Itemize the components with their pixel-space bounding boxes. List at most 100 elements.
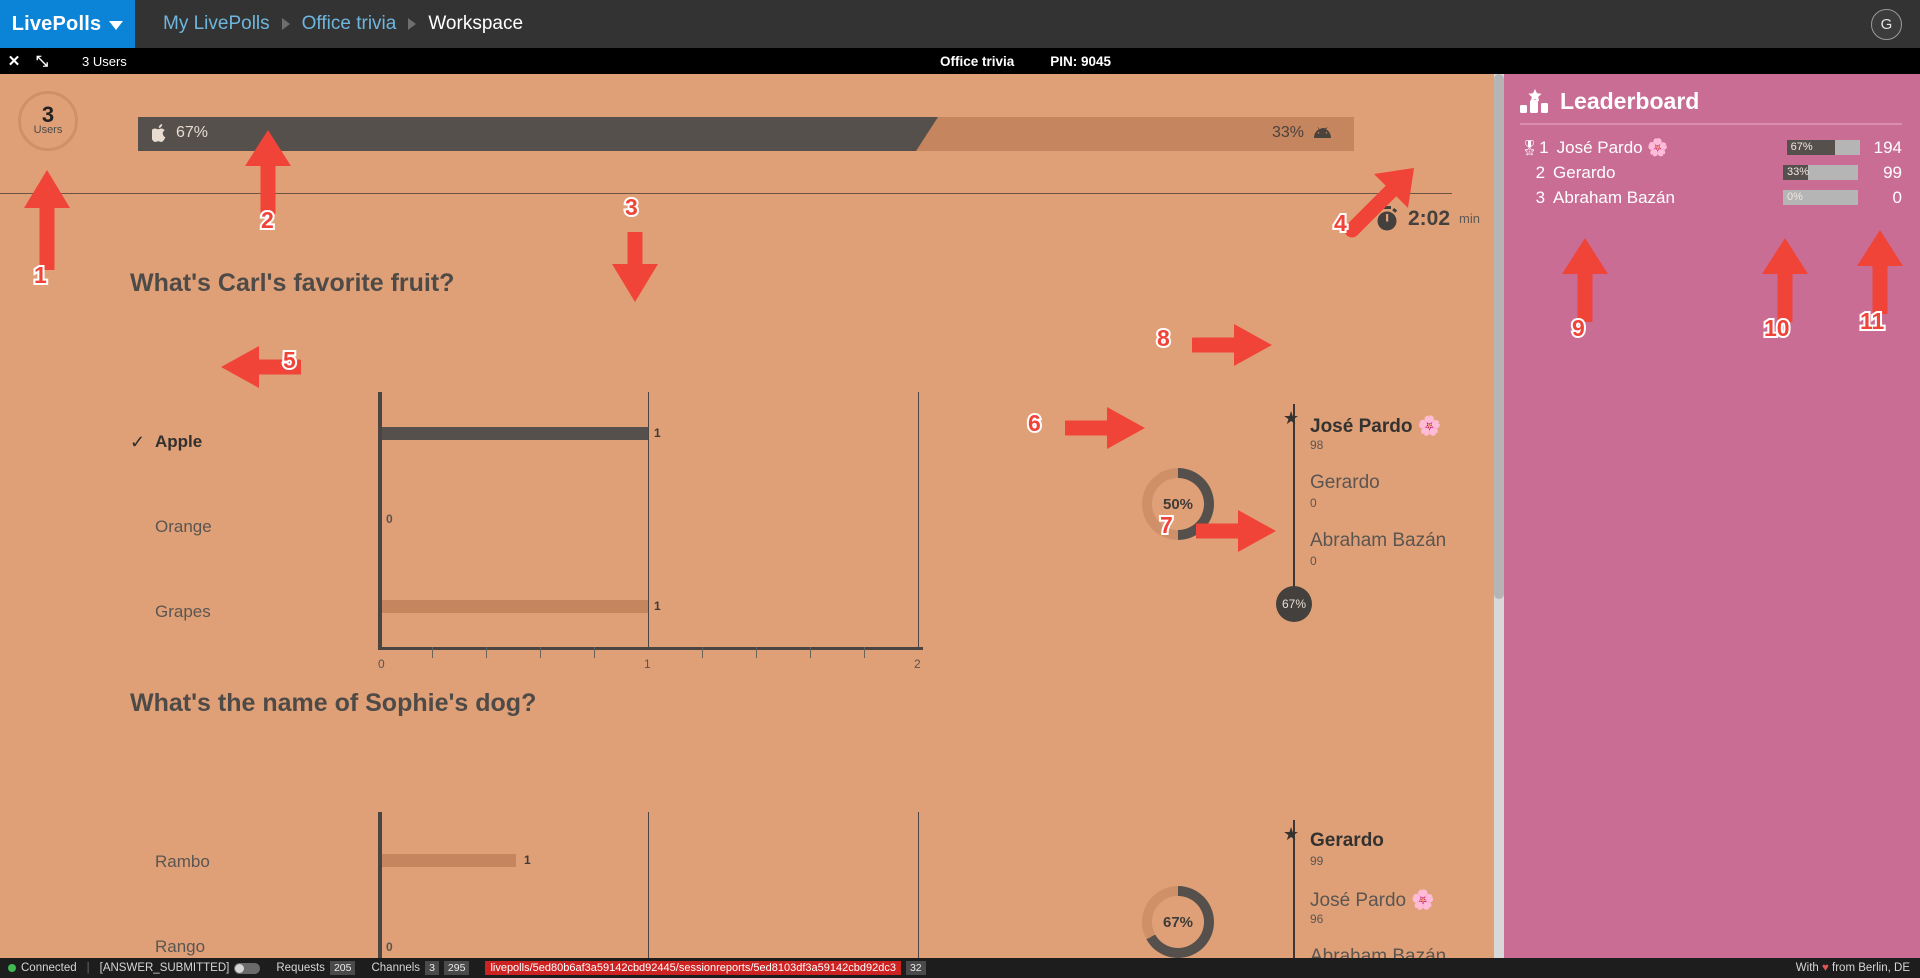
- status-divider: |: [86, 962, 90, 974]
- chart-xtick-0: 0: [378, 657, 385, 671]
- annotation-arrow-3: [612, 232, 658, 302]
- leaderboard-name-1: José Pardo 🌸: [1556, 137, 1669, 157]
- status-bar: Connected | [ANSWER_SUBMITTED] Requests …: [0, 958, 1920, 978]
- brand-label: LivePolls: [11, 12, 102, 35]
- leaderboard-rank-1: 1: [1539, 137, 1549, 157]
- question-title: What's Carl's favorite fruit?: [130, 269, 455, 297]
- requests-count: 205: [329, 961, 356, 975]
- chart-y-axis-2: [378, 812, 382, 958]
- connection-dot-icon: [8, 964, 16, 972]
- chart-xtick-2: 2: [914, 657, 921, 671]
- avatar[interactable]: G: [1871, 9, 1902, 40]
- connection-status: Connected: [0, 958, 85, 978]
- leaderboard-row[interactable]: 🎖 1 José Pardo 🌸 67% 194: [1520, 135, 1902, 160]
- annotation-arrow-6: [1065, 407, 1145, 449]
- chart-gridline-2: [918, 392, 919, 650]
- close-icon[interactable]: ✕: [0, 52, 28, 70]
- chart-xtick-1: 1: [644, 657, 651, 671]
- leaderboard-progress-label-2: 33%: [1787, 166, 1810, 178]
- leaderboard-progress-label-3: 0%: [1787, 191, 1803, 203]
- chart-bar-value-rambo: 1: [524, 853, 531, 867]
- option-label-rango[interactable]: Rango: [155, 937, 205, 957]
- option-label-apple[interactable]: Apple: [155, 432, 202, 452]
- footer-credit: With ♥ from Berlin, DE: [1796, 962, 1910, 974]
- participant-score-1-1: 98: [1310, 438, 1324, 452]
- footer-prefix: With: [1795, 962, 1819, 974]
- channels-count-a: 3: [425, 961, 439, 975]
- users-count-text: Users: [33, 124, 63, 136]
- users-count-number: 3: [41, 102, 55, 127]
- annotation-arrow-10: [1762, 238, 1808, 322]
- event-toggle[interactable]: [234, 962, 261, 974]
- option-label-orange[interactable]: Orange: [155, 517, 212, 537]
- session-url-count: 32: [905, 961, 926, 975]
- leaderboard-rank-3: 3: [1535, 187, 1546, 207]
- chart-bar-apple: [382, 427, 648, 440]
- annotation-marker-6: 6: [1026, 408, 1043, 438]
- leaderboard-progress-2: 33%: [1783, 165, 1859, 180]
- leaderboard-progress-3: 0%: [1783, 190, 1859, 205]
- leaderboard-divider: [1520, 123, 1902, 125]
- annotation-marker-3: 3: [623, 192, 640, 222]
- scrollbar-thumb[interactable]: [1494, 74, 1504, 599]
- platform-left-group: 67%: [152, 124, 208, 142]
- users-count-ring: 3 Users: [18, 91, 78, 151]
- annotation-marker-10: 10: [1762, 313, 1792, 343]
- option-label-grapes[interactable]: Grapes: [155, 602, 211, 622]
- option-label-rambo[interactable]: Rambo: [155, 852, 210, 872]
- breadcrumb-separator-icon: [408, 18, 417, 30]
- annotation-arrow-9: [1562, 238, 1608, 322]
- annotation-marker-4: 4: [1332, 208, 1349, 238]
- participant-name-2-3: Abraham Bazán: [1310, 946, 1447, 958]
- channels-label: Channels: [371, 962, 421, 974]
- leaderboard-row[interactable]: 2 Gerardo 33% 99: [1520, 160, 1902, 185]
- session-info: Office trivia PIN: 9045: [940, 54, 1111, 69]
- platform-left-percent: 67%: [176, 124, 209, 141]
- annotation-marker-2: 2: [259, 205, 276, 235]
- brand-menu-button[interactable]: LivePolls: [0, 0, 135, 48]
- chart-bar-value-apple: 1: [654, 426, 661, 440]
- annotation-arrow-1: [24, 170, 70, 270]
- top-navigation-bar: LivePolls My LivePolls Office trivia Wor…: [0, 0, 1920, 48]
- participant-name-1-3: Abraham Bazán: [1310, 530, 1447, 551]
- leaderboard-panel: Leaderboard 🎖 1 José Pardo 🌸 67% 194 2 G…: [1504, 74, 1920, 958]
- breadcrumb-separator-icon: [281, 18, 290, 30]
- breadcrumb-item-workspace: Workspace: [428, 13, 524, 34]
- connection-label: Connected: [21, 962, 77, 974]
- chart-gridline-2-1: [648, 812, 649, 958]
- expand-icon[interactable]: ⤡: [28, 53, 56, 70]
- results-bar-chart-1: 1 0 1 0 1 2: [378, 392, 923, 671]
- users-count-label: 3 Users: [82, 53, 127, 69]
- participant-score-1-2: 0: [1310, 496, 1317, 510]
- completion-donut-2: 67%: [1142, 886, 1214, 958]
- leaderboard-name-3: Abraham Bazán: [1553, 187, 1675, 207]
- breadcrumb-item-my-livepolls[interactable]: My LivePolls: [163, 13, 270, 35]
- medal-icon: 🎖: [1520, 139, 1540, 157]
- participant-name-2-2: José Pardo 🌸: [1310, 890, 1436, 911]
- leaderboard-score-1: 194: [1873, 137, 1902, 157]
- chart-bar-value-orange: 0: [386, 512, 393, 526]
- platform-right-percent: 33%: [1271, 124, 1304, 141]
- participant-score-2-2: 96: [1310, 912, 1324, 926]
- leaderboard-rank-2: 2: [1535, 162, 1546, 182]
- leaderboard-name-2: Gerardo: [1553, 162, 1616, 182]
- question-title-2: What's the name of Sophie's dog?: [130, 689, 537, 717]
- participant-name-2-1: Gerardo: [1310, 830, 1384, 851]
- leaderboard-row[interactable]: 3 Abraham Bazán 0% 0: [1520, 185, 1902, 210]
- session-url-status[interactable]: livepolls/5ed80b6af3a59142cbd92445/sessi…: [477, 958, 933, 978]
- breadcrumb-item-office-trivia[interactable]: Office trivia: [302, 13, 397, 35]
- check-icon: ✓: [130, 432, 146, 452]
- leaderboard-score-3: 0: [1892, 187, 1902, 207]
- leaderboard-title: Leaderboard: [1560, 88, 1700, 114]
- leaderboard-progress-1: 67%: [1786, 140, 1860, 155]
- participant-score-1-3: 0: [1310, 554, 1317, 568]
- session-url[interactable]: livepolls/5ed80b6af3a59142cbd92445/sessi…: [485, 961, 901, 975]
- chart-bar-rambo: [382, 854, 516, 867]
- chevron-down-icon: [109, 21, 124, 30]
- annotation-arrow-4: [1344, 168, 1414, 238]
- event-status[interactable]: [ANSWER_SUBMITTED]: [92, 958, 269, 978]
- results-bar-chart-2: 1 0: [378, 812, 923, 958]
- annotation-marker-8: 8: [1155, 323, 1172, 353]
- timer-unit: min: [1459, 211, 1480, 226]
- annotation-marker-9: 9: [1570, 313, 1587, 343]
